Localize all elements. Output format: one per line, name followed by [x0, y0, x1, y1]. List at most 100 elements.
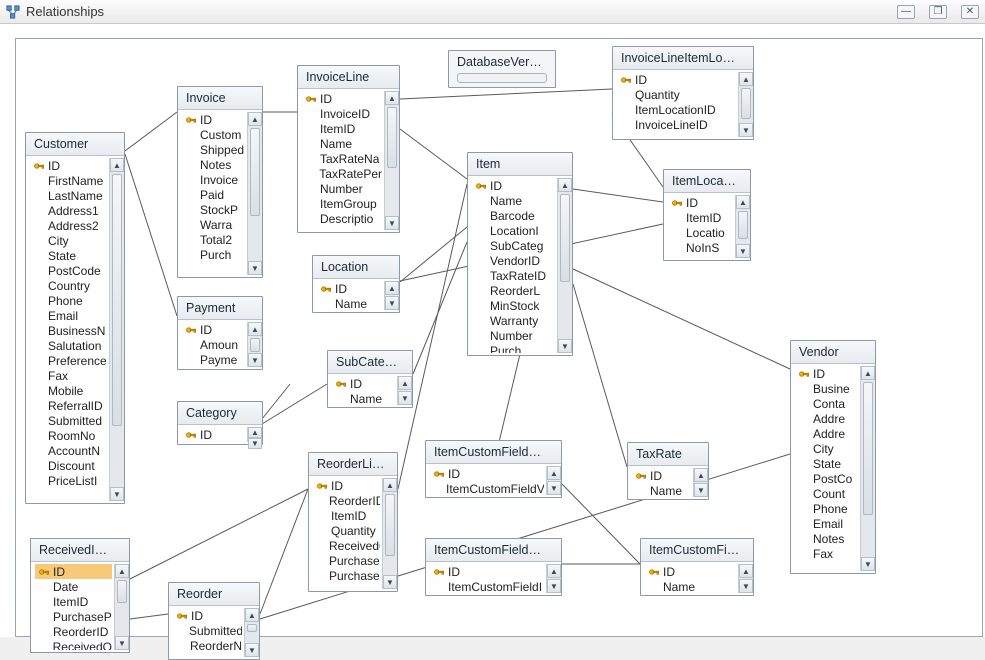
field-row[interactable]: ID: [35, 564, 112, 579]
field-row[interactable]: Submitted: [173, 623, 242, 638]
field-row[interactable]: AccountN: [30, 443, 107, 458]
scroll-up-icon[interactable]: ▲: [248, 322, 262, 336]
scroll-down-icon[interactable]: ▼: [248, 261, 262, 275]
scroll-down-icon[interactable]: ▼: [694, 483, 708, 497]
field-row[interactable]: Quantity: [617, 87, 736, 102]
field-row[interactable]: Locatio: [668, 225, 733, 240]
scroll-down-icon[interactable]: ▼: [861, 557, 875, 571]
scroll-down-icon[interactable]: ▼: [110, 487, 124, 501]
scrollbar[interactable]: ▲▼: [397, 376, 412, 405]
field-row[interactable]: PostCode: [30, 263, 107, 278]
field-row[interactable]: Invoice: [182, 172, 245, 187]
field-row[interactable]: ID: [302, 91, 382, 106]
field-row[interactable]: ItemID: [302, 121, 382, 136]
table-databaseversion[interactable]: DatabaseVer…: [448, 50, 556, 88]
table-location[interactable]: Location IDName ▲▼: [312, 255, 400, 313]
field-row[interactable]: PriceListI: [30, 473, 107, 488]
field-row[interactable]: Conta: [795, 396, 858, 411]
field-row[interactable]: Name: [317, 296, 382, 310]
field-row[interactable]: MinStock: [472, 298, 555, 313]
field-row[interactable]: ItemID: [35, 594, 112, 609]
field-row[interactable]: Total2: [182, 232, 245, 247]
maximize-button[interactable]: ❐: [929, 5, 947, 19]
field-list[interactable]: IDItemIDLocatioNoInS: [664, 195, 735, 258]
field-row[interactable]: ID: [173, 608, 242, 623]
field-row[interactable]: Email: [795, 516, 858, 531]
scroll-down-icon[interactable]: ▼: [739, 579, 753, 593]
field-list[interactable]: IDBusineContaAddreAddreCityStatePostCoCo…: [791, 366, 860, 571]
scroll-up-icon[interactable]: ▲: [694, 468, 708, 482]
field-row[interactable]: Warranty: [472, 313, 555, 328]
scroll-down-icon[interactable]: ▼: [385, 216, 399, 230]
field-row[interactable]: Mobile: [30, 383, 107, 398]
field-row[interactable]: Submitted: [30, 413, 107, 428]
field-row[interactable]: Name: [472, 193, 555, 208]
field-row[interactable]: ID: [472, 178, 555, 193]
scrollbar[interactable]: ▲▼: [244, 608, 259, 657]
field-row[interactable]: ReorderID: [313, 493, 380, 508]
field-list[interactable]: IDInvoiceIDItemIDNameTaxRateNaTaxRatePer…: [298, 91, 384, 230]
field-row[interactable]: ID: [668, 195, 733, 210]
scroll-down-icon[interactable]: ▼: [245, 643, 259, 657]
field-row[interactable]: ID: [430, 564, 544, 579]
field-list[interactable]: IDSubmittedReorderN: [169, 608, 244, 657]
field-row[interactable]: ID: [313, 478, 380, 493]
scroll-up-icon[interactable]: ▲: [547, 564, 561, 578]
field-row[interactable]: LastName: [30, 188, 107, 203]
field-row[interactable]: ItemID: [668, 210, 733, 225]
scrollbar[interactable]: ▲▼: [546, 564, 561, 593]
field-row[interactable]: Date: [35, 579, 112, 594]
field-list[interactable]: IDNameBarcodeLocationISubCategVendorIDTa…: [468, 178, 557, 353]
field-row[interactable]: PurchaseP: [313, 553, 380, 568]
table-category[interactable]: Category ID ▲▼: [177, 401, 263, 445]
field-row[interactable]: NoInS: [668, 240, 733, 255]
scrollbar[interactable]: ▲▼: [382, 478, 397, 589]
field-row[interactable]: Quantity: [313, 523, 380, 538]
field-row[interactable]: ID: [795, 366, 858, 381]
field-row[interactable]: Descriptio: [302, 211, 382, 226]
scroll-up-icon[interactable]: ▲: [398, 376, 412, 390]
field-row[interactable]: Name: [302, 136, 382, 151]
scroll-down-icon[interactable]: ▼: [736, 244, 750, 258]
scroll-down-icon[interactable]: ▼: [547, 579, 561, 593]
scrollbar[interactable]: ▲▼: [738, 72, 753, 137]
field-row[interactable]: Phone: [795, 501, 858, 516]
field-row[interactable]: FirstName: [30, 173, 107, 188]
field-list[interactable]: IDItemCustomFieldV: [426, 466, 546, 495]
field-row[interactable]: RoomNo: [30, 428, 107, 443]
field-row[interactable]: ItemID: [313, 508, 380, 523]
field-row[interactable]: Notes: [795, 531, 858, 546]
scroll-up-icon[interactable]: ▲: [115, 564, 129, 578]
scroll-up-icon[interactable]: ▲: [736, 195, 750, 209]
field-row[interactable]: ID: [182, 427, 245, 442]
table-invoice[interactable]: Invoice IDCustomShippedNotesInvoicePaidS…: [177, 86, 263, 278]
field-row[interactable]: Fax: [30, 368, 107, 383]
field-row[interactable]: Salutation: [30, 338, 107, 353]
table-reorder[interactable]: Reorder IDSubmittedReorderN ▲▼: [168, 582, 260, 660]
field-row[interactable]: ItemGroup: [302, 196, 382, 211]
field-row[interactable]: ID: [30, 158, 107, 173]
field-row[interactable]: Count: [795, 486, 858, 501]
field-row[interactable]: Shipped: [182, 142, 245, 157]
scroll-down-icon[interactable]: ▼: [385, 296, 399, 310]
scroll-down-icon[interactable]: ▼: [248, 438, 262, 449]
table-invoicelineitemlocation[interactable]: InvoiceLineItemLo… IDQuantityItemLocatio…: [612, 46, 754, 140]
field-row[interactable]: Custom: [182, 127, 245, 142]
table-item[interactable]: Item IDNameBarcodeLocationISubCategVendo…: [467, 152, 573, 356]
scroll-up-icon[interactable]: ▲: [739, 72, 753, 86]
field-list[interactable]: IDDateItemIDPurchasePReorderIDReceivedQ: [31, 564, 114, 650]
relationships-canvas[interactable]: DatabaseVer… Customer IDFirstNameLastNam…: [0, 24, 985, 637]
field-row[interactable]: Payme: [182, 352, 245, 367]
table-vendor[interactable]: Vendor IDBusineContaAddreAddreCityStateP…: [790, 340, 876, 574]
scroll-up-icon[interactable]: ▲: [861, 366, 875, 380]
field-row[interactable]: Addre: [795, 411, 858, 426]
scroll-up-icon[interactable]: ▲: [547, 466, 561, 480]
scrollbar[interactable]: ▲▼: [109, 158, 124, 501]
scrollbar[interactable]: ▲▼: [693, 468, 708, 497]
scroll-up-icon[interactable]: ▲: [558, 178, 572, 192]
field-row[interactable]: Purch: [182, 247, 245, 262]
field-row[interactable]: Preference: [30, 353, 107, 368]
field-list[interactable]: IDName: [313, 281, 384, 310]
field-row[interactable]: Paid: [182, 187, 245, 202]
field-row[interactable]: ReceivedQ: [313, 538, 380, 553]
